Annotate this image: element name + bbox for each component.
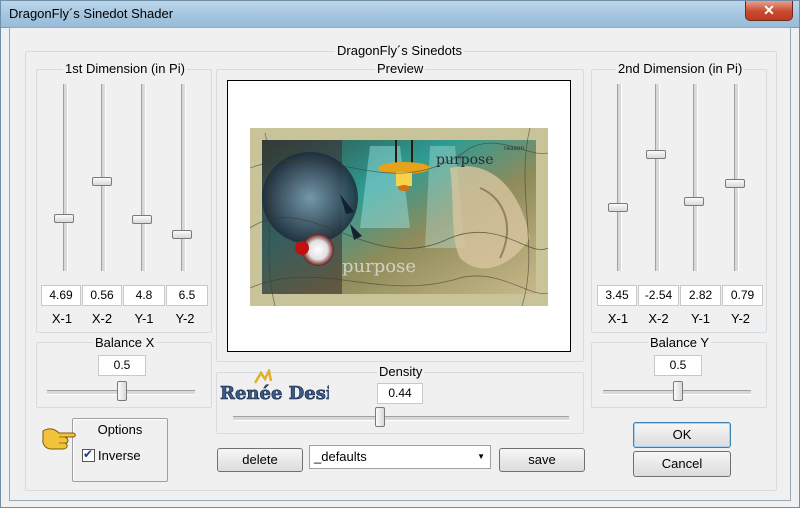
preset-select[interactable]: _defaults ▼ <box>309 445 491 469</box>
density-track[interactable] <box>233 416 569 421</box>
dim2-y2-value[interactable]: 0.79 <box>722 285 763 306</box>
balance-x-title: Balance X <box>93 335 157 350</box>
dim2-y1-thumb[interactable] <box>684 197 704 206</box>
preview-frame: purpose reason purpose <box>227 80 571 352</box>
chevron-down-icon: ▼ <box>477 452 485 461</box>
cancel-button[interactable]: Cancel <box>633 451 731 477</box>
dim1-y1-thumb[interactable] <box>132 215 152 224</box>
dialog-window: DragonFly´s Sinedot Shader ✕ DragonFly´s… <box>0 0 800 508</box>
watermark-text: Renée Design <box>220 383 329 403</box>
options-title: Options <box>97 422 143 437</box>
dim2-x2-thumb[interactable] <box>646 150 666 159</box>
dim1-y2-value[interactable]: 6.5 <box>166 285 208 306</box>
save-button[interactable]: save <box>499 448 585 472</box>
dim1-y1-track[interactable] <box>141 84 146 271</box>
dim1-x1-track[interactable] <box>63 84 68 271</box>
dim1-x2-value[interactable]: 0.56 <box>82 285 122 306</box>
dimension2-title: 2nd Dimension (in Pi) <box>616 61 745 76</box>
balance-y-thumb[interactable] <box>673 381 683 401</box>
balance-x-thumb[interactable] <box>117 381 127 401</box>
dim2-y1-value[interactable]: 2.82 <box>680 285 721 306</box>
preview-image: purpose reason purpose <box>250 128 548 306</box>
preset-selected-value: _defaults <box>314 449 367 464</box>
delete-button[interactable]: delete <box>217 448 303 472</box>
dim1-x1-thumb[interactable] <box>54 214 74 223</box>
dim2-y2-track[interactable] <box>734 84 739 271</box>
ok-button[interactable]: OK <box>633 422 731 448</box>
dim1-x1-value[interactable]: 4.69 <box>41 285 81 306</box>
preview-overlay-text-small: reason <box>504 145 525 152</box>
density-thumb[interactable] <box>375 407 385 427</box>
watermark-logo: Renée Design <box>220 369 329 403</box>
balance-y-value[interactable]: 0.5 <box>654 355 702 376</box>
close-icon: ✕ <box>763 2 775 18</box>
dim1-x1-label: X-1 <box>51 311 73 326</box>
dim1-y2-label: Y-2 <box>175 311 195 326</box>
dim2-y1-track[interactable] <box>693 84 698 271</box>
dim2-x2-value[interactable]: -2.54 <box>638 285 679 306</box>
balance-x-value[interactable]: 0.5 <box>98 355 146 376</box>
dim2-x1-value[interactable]: 3.45 <box>597 285 637 306</box>
density-title: Density <box>377 364 425 379</box>
dim1-y2-track[interactable] <box>181 84 186 271</box>
dimension1-title: 1st Dimension (in Pi) <box>63 61 187 76</box>
dim1-y2-thumb[interactable] <box>172 230 192 239</box>
pointing-hand-icon <box>42 428 76 450</box>
dim1-x2-thumb[interactable] <box>92 177 112 186</box>
preview-overlay-text-top: purpose <box>436 152 494 168</box>
density-value[interactable]: 0.44 <box>377 383 423 404</box>
dim2-x1-label: X-1 <box>607 311 629 326</box>
dim1-x2-label: X-2 <box>91 311 113 326</box>
balance-y-title: Balance Y <box>648 335 712 350</box>
dim2-y1-label: Y-1 <box>690 311 711 326</box>
dim2-x1-thumb[interactable] <box>608 203 628 212</box>
close-button[interactable]: ✕ <box>745 1 793 21</box>
dim1-y1-label: Y-1 <box>134 311 154 326</box>
checkmark-icon: ✔ <box>83 447 94 461</box>
inverse-checkbox[interactable]: ✔ <box>82 447 95 462</box>
dim2-x1-track[interactable] <box>617 84 622 271</box>
dim2-x2-track[interactable] <box>655 84 660 271</box>
dim2-x2-label: X-2 <box>648 311 669 326</box>
title-bar: DragonFly´s Sinedot Shader ✕ <box>1 1 799 28</box>
dim2-y2-label: Y-2 <box>730 311 751 326</box>
window-title: DragonFly´s Sinedot Shader <box>9 6 174 21</box>
preview-title: Preview <box>375 61 426 76</box>
dim2-y2-thumb[interactable] <box>725 179 745 188</box>
inverse-label[interactable]: Inverse <box>98 448 141 463</box>
preview-overlay-text-bottom: purpose <box>342 256 416 277</box>
sinedots-group-title: DragonFly´s Sinedots <box>335 43 464 58</box>
dim1-y1-value[interactable]: 4.8 <box>123 285 165 306</box>
